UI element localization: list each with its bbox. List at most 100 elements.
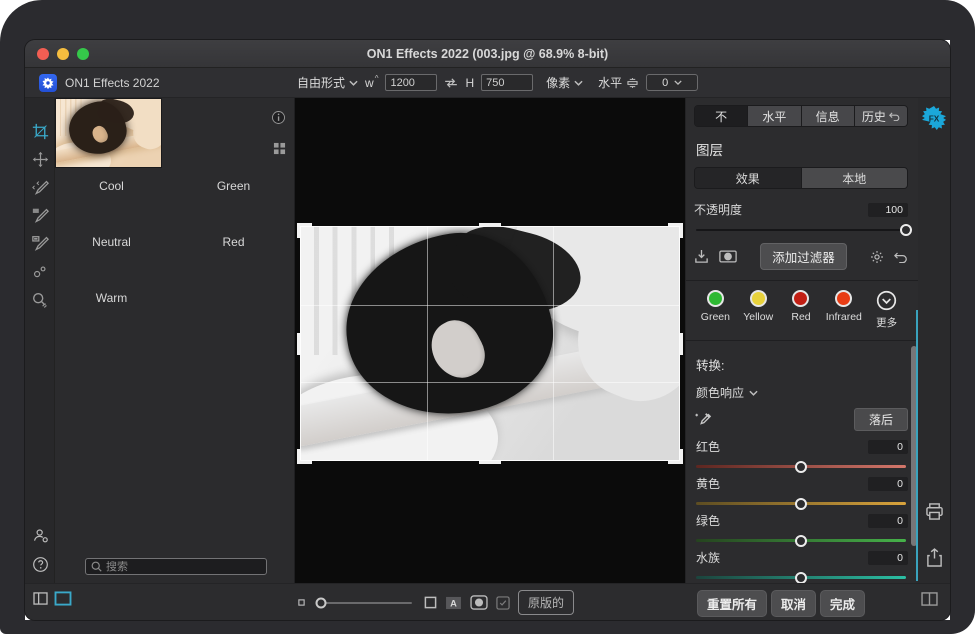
slider-knob[interactable] — [795, 498, 807, 510]
crop-mode-select[interactable]: 自由形式 — [297, 74, 358, 91]
panel-layout-icon[interactable] — [33, 592, 48, 605]
zoom-slider-knob[interactable] — [316, 597, 327, 608]
compare-icon[interactable] — [470, 595, 488, 610]
chevron-down-icon — [749, 390, 758, 396]
unit-select[interactable]: 像素 — [546, 74, 583, 91]
opacity-label: 不透明度 — [694, 201, 742, 218]
panel-tab-label: 信息 — [816, 108, 840, 125]
crop-handle-top-right[interactable] — [668, 223, 683, 238]
masking-bug-icon[interactable] — [25, 258, 55, 285]
panel-tab[interactable]: 历史 — [855, 106, 907, 126]
filter-color-更多[interactable]: 更多 — [865, 290, 908, 330]
image-canvas[interactable] — [295, 98, 685, 583]
original-button[interactable]: 原版的 — [518, 590, 574, 615]
export-filter-icon[interactable] — [694, 249, 709, 264]
fx-badge-icon[interactable]: FX — [922, 106, 946, 130]
mode-tab[interactable]: 效果 — [695, 168, 802, 188]
slider-knob[interactable] — [795, 535, 807, 547]
filter-color-Green[interactable]: Green — [694, 290, 737, 330]
slider-track[interactable] — [696, 576, 906, 579]
slider-knob[interactable] — [795, 461, 807, 473]
level-control[interactable]: 水平 — [598, 74, 639, 91]
grid-view-icon[interactable] — [273, 142, 286, 155]
move-tool-icon[interactable] — [25, 146, 55, 173]
preset-name: Warm — [58, 291, 165, 305]
panel-tab[interactable]: 不 — [695, 106, 748, 126]
opacity-slider-knob[interactable] — [900, 224, 912, 236]
behind-button[interactable]: 落后 — [854, 408, 908, 431]
zoom-pan-icon[interactable] — [25, 286, 55, 313]
filter-color-Red[interactable]: Red — [780, 290, 823, 330]
masking-brush-icon[interactable] — [25, 202, 55, 229]
slider-track[interactable] — [696, 539, 906, 542]
width-input[interactable] — [385, 74, 437, 91]
minimize-window-button[interactable] — [57, 48, 69, 60]
crop-handle-top[interactable] — [479, 223, 501, 226]
single-view-icon[interactable] — [54, 591, 72, 606]
preset-item[interactable]: Red — [180, 226, 287, 282]
help-icon[interactable] — [32, 556, 49, 573]
preset-item[interactable]: Cool — [58, 170, 165, 226]
share-icon[interactable] — [926, 548, 943, 567]
split-view-icon[interactable] — [921, 592, 938, 606]
preset-item[interactable]: Green — [180, 170, 287, 226]
account-icon[interactable] — [32, 527, 49, 544]
zoom-fit-icon[interactable] — [424, 596, 437, 609]
photo[interactable] — [300, 226, 680, 461]
gear-icon[interactable] — [870, 250, 884, 264]
preset-thumbnail[interactable] — [55, 98, 162, 168]
crop-tool-icon[interactable] — [25, 118, 55, 145]
slider-track[interactable] — [696, 502, 906, 505]
filter-color-Infrared[interactable]: Infrared — [822, 290, 865, 330]
crop-handle-top-left[interactable] — [297, 223, 312, 238]
preset-item[interactable]: Warm — [58, 282, 165, 338]
refine-brush-icon[interactable] — [25, 174, 55, 201]
opacity-value[interactable]: 100 — [868, 203, 908, 217]
panel-tab[interactable]: 水平 — [748, 106, 801, 126]
crop-handle-bottom-left[interactable] — [297, 449, 312, 464]
slider-value[interactable]: 0 — [868, 551, 908, 565]
color-dot — [792, 290, 809, 307]
done-button[interactable]: 完成 — [820, 590, 865, 617]
opacity-slider[interactable] — [696, 229, 906, 231]
crop-handle-right[interactable] — [680, 333, 683, 355]
zoom-window-button[interactable] — [77, 48, 89, 60]
preview-check-icon[interactable] — [496, 596, 510, 610]
level-icon — [626, 78, 639, 88]
close-window-button[interactable] — [37, 48, 49, 60]
crop-frame[interactable] — [300, 226, 680, 461]
height-input[interactable] — [481, 74, 533, 91]
crop-handle-left[interactable] — [297, 333, 300, 355]
search-input[interactable] — [106, 561, 261, 573]
filter-color-Yellow[interactable]: Yellow — [737, 290, 780, 330]
zoom-slider[interactable] — [317, 602, 412, 604]
traffic-lights — [37, 48, 89, 60]
actual-size-icon[interactable]: A — [445, 596, 462, 610]
chevron-down-icon — [574, 80, 583, 86]
print-icon[interactable] — [925, 503, 944, 520]
preset-item[interactable]: Neutral — [58, 226, 165, 282]
swap-dimensions-icon[interactable] — [444, 78, 458, 88]
crop-handle-bottom-right[interactable] — [668, 449, 683, 464]
slider-value[interactable]: 0 — [868, 440, 908, 454]
slider-value[interactable]: 0 — [868, 477, 908, 491]
color-response-select[interactable]: 颜色响应 — [696, 384, 908, 401]
crop-handle-bottom[interactable] — [479, 461, 501, 464]
panel-tab[interactable]: 信息 — [802, 106, 855, 126]
zoom-out-icon[interactable] — [298, 599, 305, 606]
slider-value[interactable]: 0 — [868, 514, 908, 528]
eyedropper-icon[interactable] — [694, 411, 712, 429]
mask-icon[interactable] — [719, 250, 737, 263]
slider-track[interactable] — [696, 465, 906, 468]
local-adjust-brush-icon[interactable] — [25, 230, 55, 257]
slider-knob[interactable] — [795, 572, 807, 584]
cancel-button[interactable]: 取消 — [771, 590, 816, 617]
mode-tab[interactable]: 本地 — [802, 168, 908, 188]
info-icon[interactable] — [271, 110, 286, 125]
slider-label: 红色 — [696, 438, 720, 455]
add-filter-button[interactable]: 添加过滤器 — [760, 243, 847, 270]
undo-icon[interactable] — [894, 250, 908, 263]
angle-select[interactable]: 0 — [646, 74, 698, 91]
effects-local-tabs: 效果本地 — [694, 167, 908, 189]
reset-all-button[interactable]: 重置所有 — [697, 590, 767, 617]
